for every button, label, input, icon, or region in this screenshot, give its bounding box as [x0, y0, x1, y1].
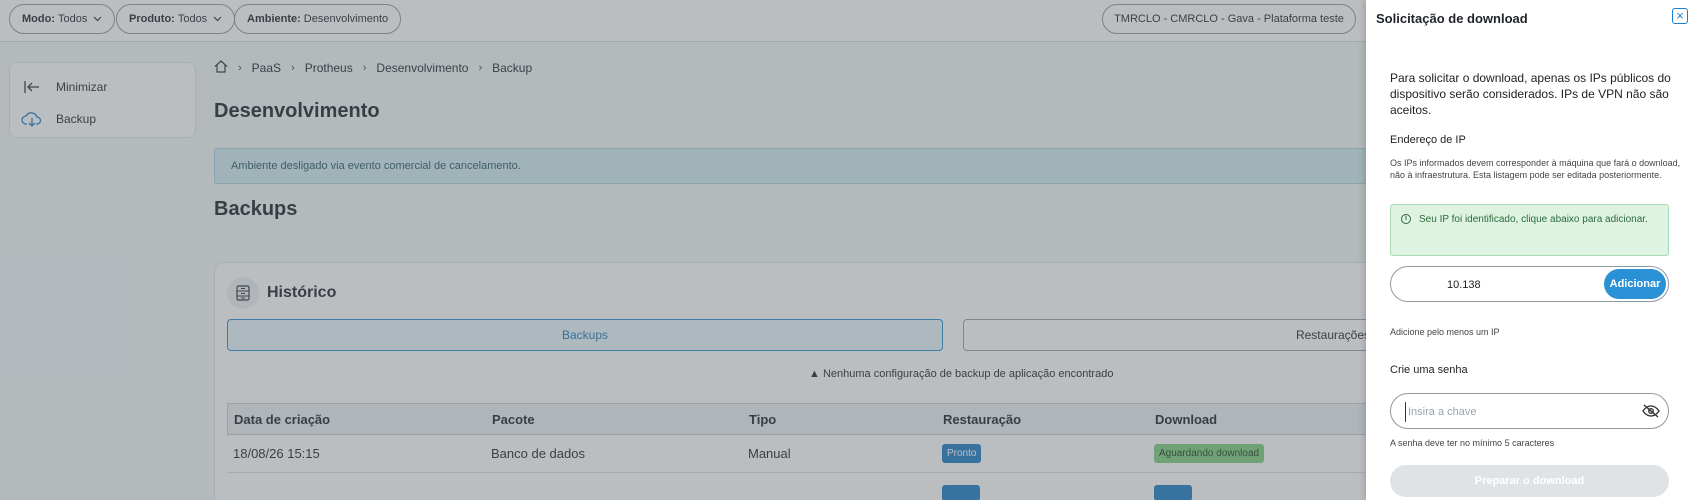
ip-hint: Adicione pelo menos um IP [1390, 327, 1500, 337]
modal-overlay[interactable] [0, 0, 1366, 500]
password-hint: A senha deve ter no mínimo 5 caracteres [1390, 438, 1555, 448]
download-request-panel: Solicitação de download × Para solicitar… [1366, 0, 1694, 500]
ip-help-text: Os IPs informados devem corresponder à m… [1390, 158, 1681, 180]
info-icon: i [1401, 214, 1411, 224]
close-icon: × [1676, 8, 1684, 23]
password-input-wrapper [1390, 393, 1669, 429]
ip-input[interactable] [1403, 275, 1593, 295]
eye-off-icon[interactable] [1642, 404, 1660, 420]
password-section-title: Crie uma senha [1390, 364, 1468, 376]
password-input[interactable] [1405, 402, 1625, 422]
add-ip-button[interactable]: Adicionar [1604, 269, 1666, 299]
panel-description: Para solicitar o download, apenas os IPs… [1390, 71, 1671, 117]
prepare-download-button[interactable]: Preparar o download [1390, 465, 1669, 497]
panel-title: Solicitação de download [1376, 11, 1528, 26]
ip-detected-alert: i Seu IP foi identificado, clique abaixo… [1390, 204, 1669, 256]
close-button[interactable]: × [1672, 8, 1688, 24]
ip-detected-text: Seu IP foi identificado, clique abaixo p… [1419, 214, 1648, 225]
ip-label: Endereço de IP [1390, 134, 1466, 146]
ip-input-wrapper: Adicionar [1390, 266, 1669, 302]
